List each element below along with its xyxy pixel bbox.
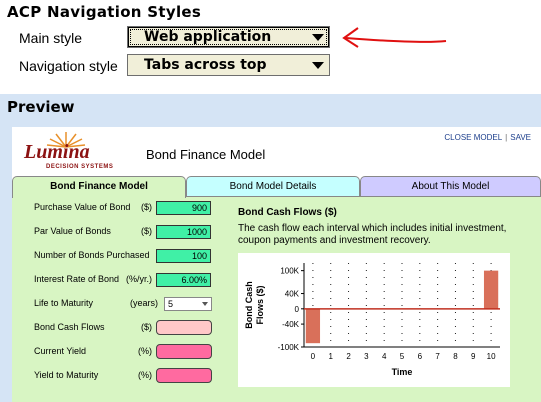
bond-cash-flows-result-button[interactable] (156, 320, 212, 335)
field-label: Purchase Value of Bond (34, 202, 131, 212)
life-to-maturity-select[interactable]: 5 (164, 297, 212, 311)
chevron-down-icon (312, 34, 324, 41)
x-axis-label: Time (392, 367, 413, 377)
tab-about-this-model[interactable]: About This Model (360, 176, 541, 196)
field-unit: ($) (141, 226, 152, 236)
y-axis-label: Bond Cash (244, 281, 254, 329)
field-unit: ($) (141, 202, 152, 212)
y-tick-label: -100K (278, 343, 300, 352)
top-links: CLOSE MODEL | SAVE (444, 133, 531, 142)
cash-flow-chart-svg: 100K 40K 0 -40K -100K 0 1 2 3 4 5 6 7 8 9 10 Time Bond Ca… (244, 263, 500, 377)
lumina-logo: Lumina (24, 141, 90, 163)
field-label: Number of Bonds Purchased (34, 250, 150, 260)
par-value-input[interactable]: 1000 (156, 225, 211, 239)
lumina-tagline: DECISION SYSTEMS (46, 164, 114, 170)
bar (305, 308, 321, 344)
chevron-down-icon (312, 62, 324, 69)
current-yield-result-button[interactable] (156, 344, 212, 359)
main-style-label: Main style (19, 30, 83, 46)
x-tick-label: 3 (364, 352, 369, 361)
field-label: Yield to Maturity (34, 370, 99, 380)
life-to-maturity-value: 5 (168, 299, 174, 309)
chart-description: The cash flow each interval which includ… (238, 223, 507, 246)
x-tick-label: 2 (346, 352, 351, 361)
yield-to-maturity-result-button[interactable] (156, 368, 212, 383)
settings-heading: ACP Navigation Styles (7, 3, 202, 21)
purchase-value-input[interactable]: 900 (156, 201, 211, 215)
field-unit: (years) (129, 298, 158, 308)
main-style-select[interactable]: Web application (127, 26, 330, 48)
y-axis-label: Flows ($) (255, 285, 265, 324)
model-window: Lumina DECISION SYSTEMS Bond Finance Mod… (12, 127, 541, 402)
field-label: Current Yield (34, 346, 87, 356)
field-label: Interest Rate of Bond (34, 274, 120, 284)
preview-heading: Preview (7, 98, 75, 116)
bar (483, 270, 499, 309)
y-tick-label: 0 (295, 305, 300, 314)
x-tick-label: 7 (435, 352, 440, 361)
field-label: Life to Maturity (34, 298, 94, 308)
main-style-value: Web application (144, 29, 272, 45)
save-link[interactable]: SAVE (510, 133, 531, 142)
navigation-style-label: Navigation style (19, 58, 118, 74)
x-tick-label: 9 (471, 352, 476, 361)
close-model-link[interactable]: CLOSE MODEL (444, 133, 502, 142)
x-tick-label: 4 (382, 352, 387, 361)
red-arrow-icon (342, 27, 447, 48)
number-of-bonds-input[interactable]: 100 (156, 249, 211, 263)
link-separator: | (505, 133, 508, 142)
cash-flow-chart: 100K 40K 0 -40K -100K 0 1 2 3 4 5 6 7 8 9 10 Time Bond Ca… (238, 253, 510, 387)
y-tick-label: 40K (285, 290, 300, 299)
tab-bond-finance-model[interactable]: Bond Finance Model (12, 176, 186, 198)
tab-bond-model-details[interactable]: Bond Model Details (186, 176, 360, 196)
y-tick-label: 100K (280, 267, 299, 276)
field-label: Par Value of Bonds (34, 226, 111, 236)
tab-panel: Purchase Value of Bond ($) 900 Par Value… (12, 196, 541, 402)
chevron-down-icon (202, 302, 208, 306)
field-unit: ($) (141, 322, 152, 332)
field-unit: (%/yr.) (126, 274, 152, 284)
x-tick-label: 8 (453, 352, 458, 361)
navigation-style-value: Tabs across top (144, 57, 267, 73)
x-tick-label: 5 (400, 352, 405, 361)
x-tick-label: 10 (487, 352, 496, 361)
x-tick-label: 0 (311, 352, 316, 361)
interest-rate-input[interactable]: 6.00% (156, 273, 211, 287)
navigation-style-select[interactable]: Tabs across top (127, 54, 330, 76)
field-unit: (%) (138, 346, 152, 356)
x-tick-label: 1 (329, 352, 334, 361)
field-label: Bond Cash Flows (34, 322, 105, 332)
model-title: Bond Finance Model (146, 147, 266, 162)
field-unit: (%) (138, 370, 152, 380)
chart-heading: Bond Cash Flows ($) (238, 207, 337, 218)
y-tick-label: -40K (282, 320, 300, 329)
x-tick-label: 6 (418, 352, 423, 361)
